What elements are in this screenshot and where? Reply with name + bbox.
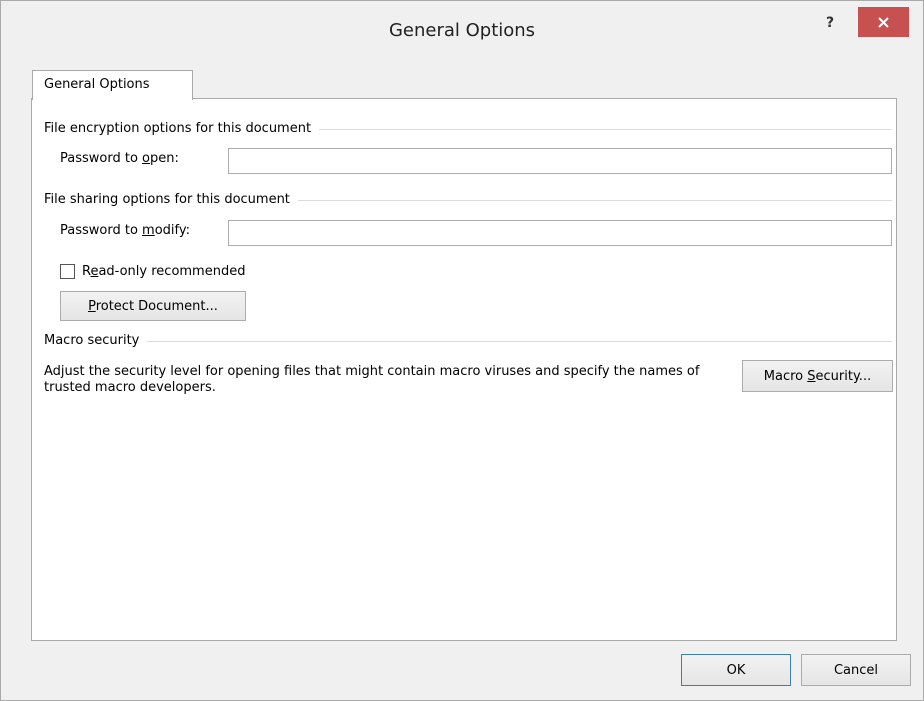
- macro-security-button[interactable]: Macro Security...: [742, 360, 893, 392]
- ok-button[interactable]: OK: [681, 654, 791, 686]
- title-bar: General Options ?: [1, 1, 923, 63]
- encryption-group-title: File encryption options for this documen…: [44, 121, 320, 136]
- tab-general-options[interactable]: General Options: [32, 70, 193, 100]
- readonly-checkbox[interactable]: [60, 264, 75, 279]
- password-modify-input[interactable]: [228, 220, 892, 246]
- password-modify-label: Password to modify:: [60, 223, 191, 238]
- password-open-input[interactable]: [228, 148, 892, 174]
- close-button[interactable]: [858, 7, 909, 37]
- macro-description: Adjust the security level for opening fi…: [44, 364, 700, 395]
- close-icon: [878, 17, 889, 28]
- tab-panel: File encryption options for this documen…: [31, 98, 897, 641]
- help-button[interactable]: ?: [819, 12, 841, 34]
- tab-label: General Options: [44, 77, 150, 92]
- macro-group-title: Macro security: [44, 333, 148, 348]
- macro-group-divider: [44, 341, 892, 342]
- protect-document-button[interactable]: Protect Document...: [60, 291, 246, 321]
- general-options-dialog: General Options ? General Options File e…: [0, 0, 924, 701]
- password-open-label: Password to open:: [60, 151, 179, 166]
- sharing-group-title: File sharing options for this document: [44, 192, 298, 207]
- readonly-label[interactable]: Read-only recommended: [82, 264, 245, 279]
- dialog-title: General Options: [388, 20, 536, 41]
- cancel-button[interactable]: Cancel: [801, 654, 911, 686]
